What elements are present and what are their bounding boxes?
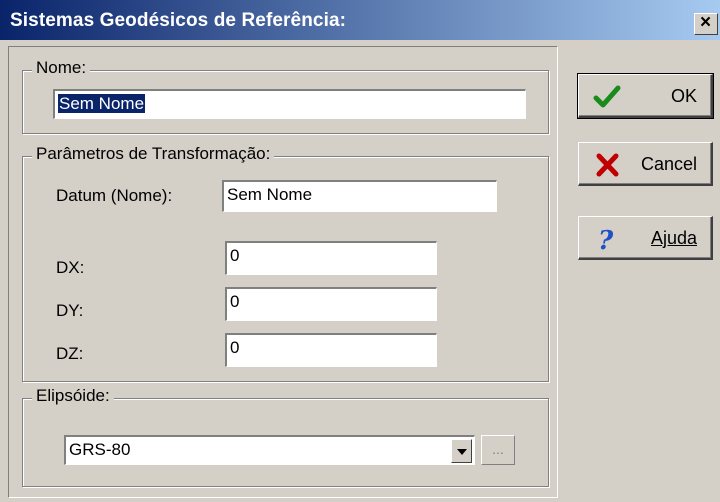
name-input[interactable]: Sem Nome [53,89,526,119]
dy-label: DY: [56,301,84,320]
close-button[interactable]: × [694,12,718,35]
x-icon [596,153,619,177]
question-icon: ? [598,226,614,253]
name-group-legend: Nome: [32,58,91,78]
datum-label: Datum (Nome): [56,186,173,205]
ellipsoid-group-legend: Elipsóide: [32,386,114,406]
params-group-legend: Parâmetros de Transformação: [32,144,275,164]
dy-input[interactable]: 0 [225,287,437,321]
datum-input[interactable]: Sem Nome [222,180,497,212]
ellipsoid-selected-value: GRS-80 [69,440,131,459]
close-icon: × [700,12,712,33]
browse-button[interactable]: ... [481,435,515,465]
dz-input[interactable]: 0 [225,333,437,367]
chevron-down-icon[interactable] [451,439,472,463]
cancel-button[interactable]: Cancel [578,142,713,186]
checkmark-icon [593,85,621,108]
ok-button[interactable]: OK [577,73,714,119]
window-title: Sistemas Geodésicos de Referência: [10,10,347,31]
svg-text:?: ? [598,226,614,253]
dx-label: DX: [56,258,85,277]
title-bar: Sistemas Geodésicos de Referência: × [0,0,720,40]
dx-input[interactable]: 0 [225,241,437,275]
dz-label: DZ: [56,344,84,363]
ellipsoid-select[interactable]: GRS-80 [64,435,475,465]
help-button[interactable]: ? Ajuda [578,216,713,260]
